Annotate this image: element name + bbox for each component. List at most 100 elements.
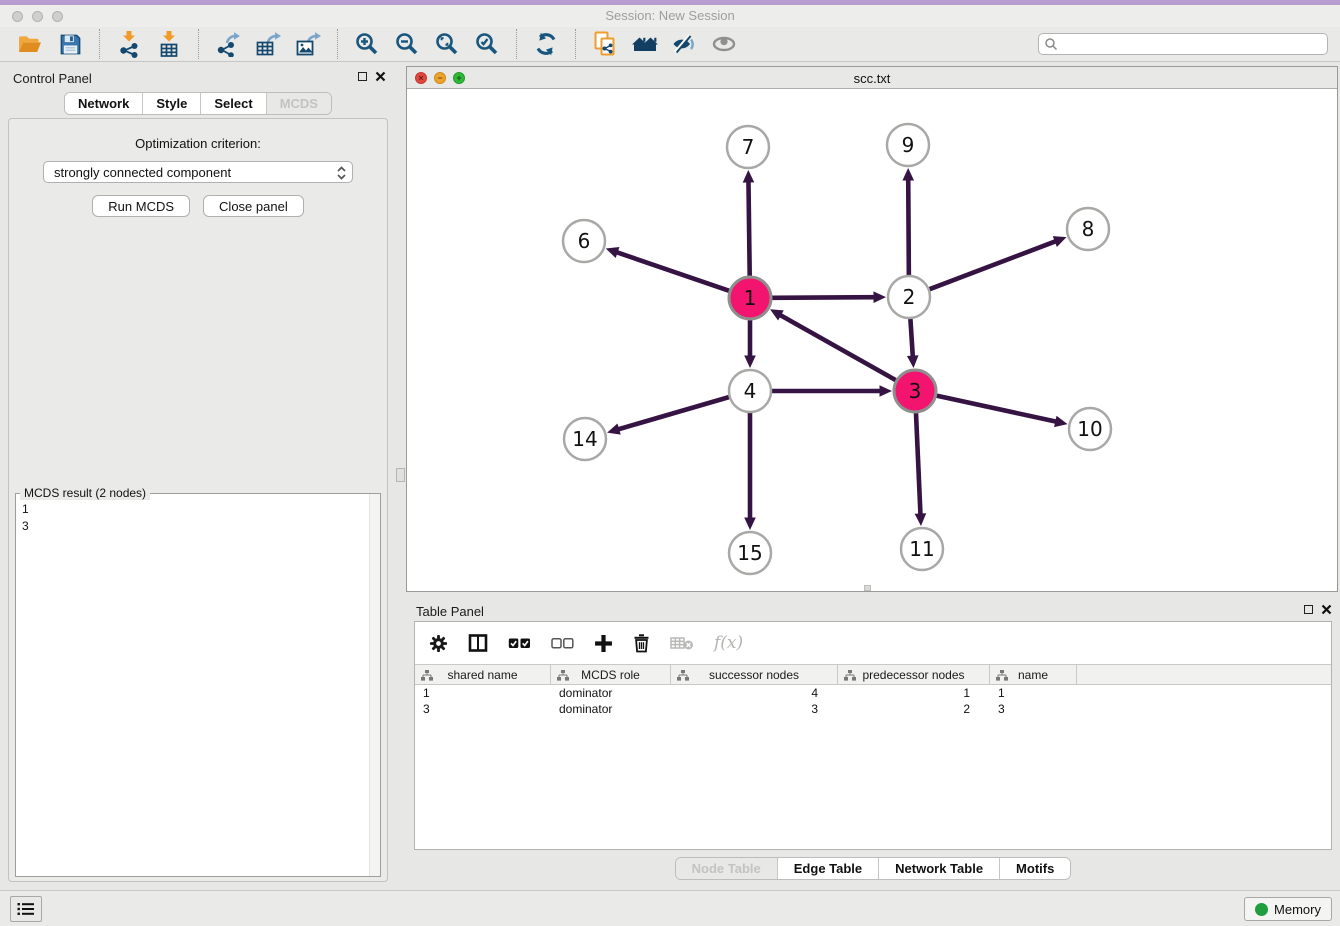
table-cell[interactable]: dominator bbox=[551, 685, 671, 701]
graph-edge-2-3[interactable] bbox=[910, 319, 912, 357]
split-panel-icon[interactable] bbox=[468, 633, 488, 653]
hide-selected-icon[interactable] bbox=[670, 29, 700, 59]
table-cell[interactable]: 1 bbox=[838, 685, 990, 701]
column-header-mcds-role[interactable]: MCDS role bbox=[551, 665, 671, 684]
zoom-in-icon[interactable] bbox=[352, 29, 382, 59]
table-row[interactable]: 3dominator323 bbox=[415, 701, 1331, 717]
splitter-handle[interactable] bbox=[396, 468, 405, 482]
graph-edge-2-8[interactable] bbox=[930, 241, 1057, 289]
task-history-button[interactable] bbox=[10, 896, 42, 922]
tab-network-table[interactable]: Network Table bbox=[879, 858, 1000, 879]
table-panel: Table Panel bbox=[406, 595, 1340, 888]
save-session-icon[interactable] bbox=[55, 29, 85, 59]
chevron-updown-icon bbox=[336, 165, 347, 184]
network-window-title: scc.txt bbox=[407, 71, 1337, 86]
tab-edge-table[interactable]: Edge Table bbox=[778, 858, 879, 879]
network-canvas[interactable]: 7968124314101511 bbox=[407, 89, 1337, 591]
export-image-icon[interactable] bbox=[293, 29, 323, 59]
table-cell[interactable]: dominator bbox=[551, 701, 671, 717]
table-row[interactable]: 1dominator411 bbox=[415, 685, 1331, 701]
edge-arrowhead bbox=[907, 355, 919, 368]
column-header-name[interactable]: name bbox=[990, 665, 1077, 684]
edge-arrowhead bbox=[607, 424, 621, 435]
status-bar: Memory bbox=[0, 890, 1340, 926]
graph-edge-2-9[interactable] bbox=[908, 179, 909, 275]
criterion-dropdown[interactable]: strongly connected component bbox=[43, 161, 353, 183]
table-cell[interactable]: 1 bbox=[415, 685, 551, 701]
home-icon[interactable] bbox=[630, 29, 660, 59]
column-header-shared-name[interactable]: shared name bbox=[415, 665, 551, 684]
result-item[interactable]: 3 bbox=[22, 518, 380, 535]
import-network-icon[interactable] bbox=[114, 29, 144, 59]
open-session-icon[interactable] bbox=[15, 29, 45, 59]
control-panel: Control Panel NetworkStyleSelectMCDS Opt… bbox=[0, 62, 396, 890]
search-input[interactable] bbox=[1038, 33, 1328, 55]
column-header-predecessor-nodes[interactable]: predecessor nodes bbox=[838, 665, 990, 684]
node-label: 6 bbox=[578, 229, 591, 253]
deselect-all-columns-icon[interactable] bbox=[551, 637, 574, 650]
result-scrollbar[interactable] bbox=[369, 494, 380, 876]
close-table-panel-icon[interactable] bbox=[1321, 604, 1332, 615]
mcds-result-title: MCDS result (2 nodes) bbox=[20, 486, 150, 500]
column-header-successor-nodes[interactable]: successor nodes bbox=[671, 665, 838, 684]
node-table: f(x) shared nameMCDS rolesuccessor nodes… bbox=[414, 621, 1332, 850]
zoom-fit-icon[interactable] bbox=[432, 29, 462, 59]
search-icon bbox=[1044, 37, 1058, 56]
canvas-resize-handle[interactable] bbox=[864, 585, 871, 591]
tab-select[interactable]: Select bbox=[201, 93, 266, 114]
edge-arrowhead bbox=[915, 513, 927, 526]
select-all-columns-icon[interactable] bbox=[508, 637, 531, 650]
edge-arrowhead bbox=[873, 291, 886, 303]
table-cell[interactable]: 3 bbox=[990, 701, 1077, 717]
network-window-titlebar[interactable]: × − + scc.txt bbox=[407, 67, 1337, 89]
list-icon bbox=[17, 902, 35, 916]
graph-edge-3-10[interactable] bbox=[936, 396, 1056, 422]
show-all-icon[interactable] bbox=[710, 29, 740, 59]
tab-node-table[interactable]: Node Table bbox=[676, 858, 778, 879]
graph-edge-4-14[interactable] bbox=[618, 397, 729, 429]
delete-columns-icon[interactable] bbox=[633, 633, 650, 653]
graph-edge-1-6[interactable] bbox=[616, 252, 729, 291]
export-table-icon[interactable] bbox=[253, 29, 283, 59]
run-mcds-button[interactable]: Run MCDS bbox=[92, 195, 190, 217]
table-tabs: Node TableEdge TableNetwork TableMotifs bbox=[675, 857, 1072, 880]
duplicate-network-icon[interactable] bbox=[590, 29, 620, 59]
zoom-selected-icon[interactable] bbox=[472, 29, 502, 59]
toolbar-separator bbox=[337, 29, 338, 59]
node-label: 14 bbox=[572, 427, 597, 451]
float-panel-icon[interactable] bbox=[358, 72, 367, 81]
tab-motifs[interactable]: Motifs bbox=[1000, 858, 1070, 879]
tab-network[interactable]: Network bbox=[65, 93, 143, 114]
result-item[interactable]: 1 bbox=[22, 501, 380, 518]
table-header-row[interactable]: shared nameMCDS rolesuccessor nodesprede… bbox=[415, 664, 1331, 685]
table-cell[interactable]: 3 bbox=[671, 701, 838, 717]
mcds-result-list[interactable]: 13 bbox=[16, 494, 380, 535]
table-panel-title: Table Panel bbox=[416, 604, 484, 619]
graph-edge-1-2[interactable] bbox=[772, 297, 875, 298]
table-cell[interactable]: 1 bbox=[990, 685, 1077, 701]
table-cell[interactable]: 3 bbox=[415, 701, 551, 717]
graph-edge-1-7[interactable] bbox=[748, 181, 749, 276]
node-label: 2 bbox=[903, 285, 916, 309]
add-column-icon[interactable] bbox=[594, 634, 613, 653]
tab-style[interactable]: Style bbox=[143, 93, 201, 114]
toolbar-separator bbox=[516, 29, 517, 59]
edge-arrowhead bbox=[744, 356, 756, 369]
export-network-icon[interactable] bbox=[213, 29, 243, 59]
refresh-view-icon[interactable] bbox=[531, 29, 561, 59]
main-toolbar bbox=[0, 27, 1340, 62]
table-options-icon[interactable] bbox=[429, 634, 448, 653]
memory-button[interactable]: Memory bbox=[1244, 897, 1332, 921]
float-table-panel-icon[interactable] bbox=[1304, 605, 1313, 614]
tab-mcds[interactable]: MCDS bbox=[267, 93, 331, 114]
graph-edge-3-11[interactable] bbox=[916, 413, 921, 515]
close-panel-icon[interactable] bbox=[375, 71, 386, 82]
table-cell[interactable]: 2 bbox=[838, 701, 990, 717]
close-panel-button[interactable]: Close panel bbox=[203, 195, 304, 217]
titlebar[interactable]: Session: New Session bbox=[0, 5, 1340, 27]
graph-edge-3-1[interactable] bbox=[780, 315, 896, 381]
table-cell[interactable]: 4 bbox=[671, 685, 838, 701]
import-table-icon[interactable] bbox=[154, 29, 184, 59]
network-view-window: × − + scc.txt 7968124314101511 bbox=[406, 66, 1338, 592]
zoom-out-icon[interactable] bbox=[392, 29, 422, 59]
